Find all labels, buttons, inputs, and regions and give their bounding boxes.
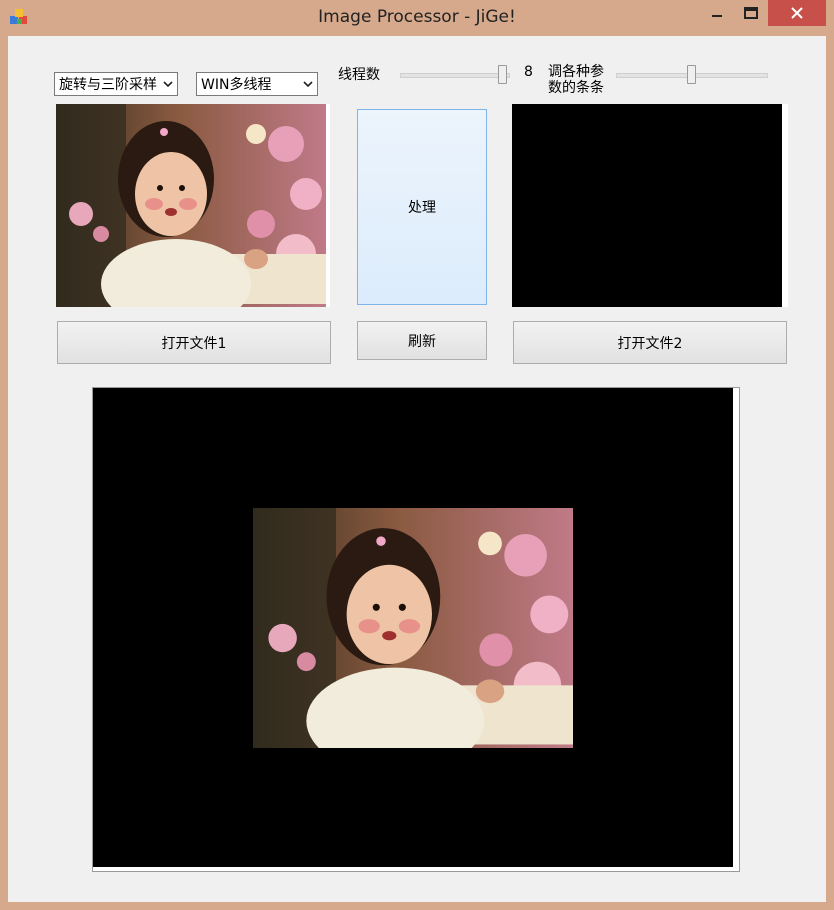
threads-value: 8 — [524, 64, 533, 80]
minimize-icon — [712, 15, 722, 17]
chevron-down-icon[interactable] — [159, 80, 177, 88]
open-file-2-button[interactable]: 打开文件2 — [513, 321, 787, 364]
params-slider-thumb[interactable] — [687, 65, 696, 84]
open-file-1-button[interactable]: 打开文件1 — [57, 321, 331, 364]
threads-label: 线程数 — [338, 67, 380, 83]
input-image-2 — [512, 104, 782, 307]
client-area: 旋转与三阶采样 WIN多线程 线程数 8 调各种参数的条条 处理 打开文件1 刷… — [8, 36, 826, 902]
maximize-icon — [744, 7, 758, 19]
threads-slider[interactable] — [400, 63, 510, 87]
close-icon — [791, 7, 803, 19]
threading-select-value: WIN多线程 — [201, 77, 272, 93]
algorithm-select-value: 旋转与三阶采样 — [59, 77, 157, 93]
output-canvas — [93, 388, 733, 867]
algorithm-select[interactable]: 旋转与三阶采样 — [54, 72, 178, 96]
output-image — [253, 508, 573, 748]
title-bar[interactable]: Image Processor - JiGe! — [0, 0, 834, 34]
threads-slider-thumb[interactable] — [498, 65, 507, 84]
close-button[interactable] — [768, 0, 826, 26]
output-image-box — [92, 387, 740, 872]
process-button[interactable]: 处理 — [357, 109, 487, 305]
refresh-button[interactable]: 刷新 — [357, 321, 487, 360]
input-image-1-box — [56, 104, 330, 307]
threading-select[interactable]: WIN多线程 — [196, 72, 318, 96]
chevron-down-icon[interactable] — [299, 80, 317, 88]
params-label: 调各种参数的条条 — [548, 64, 604, 96]
input-image-1 — [56, 104, 326, 307]
threads-slider-track — [400, 73, 510, 78]
maximize-button[interactable] — [734, 0, 768, 26]
minimize-button[interactable] — [700, 0, 734, 26]
params-slider[interactable] — [616, 63, 768, 87]
input-image-2-box — [512, 104, 788, 307]
